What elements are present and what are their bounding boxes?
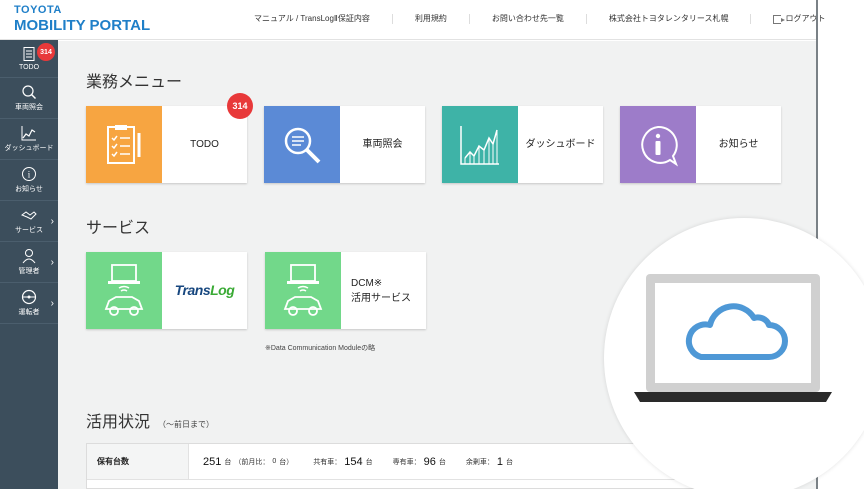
dcm-label-line1: DCM※ <box>351 277 383 289</box>
dedicated-label: 専有車： <box>392 458 421 466</box>
translog-logo: TransLog <box>162 252 247 329</box>
menu-section-title: 業務メニュー <box>86 74 183 91</box>
owned-vehicles-header: 保有台数 <box>87 444 189 479</box>
info-bubble-icon <box>641 125 679 167</box>
sidebar-item-admin[interactable]: 管理者 › <box>0 242 58 283</box>
todo-tile <box>86 106 162 183</box>
status-subtitle: （～前日まで） <box>158 420 215 429</box>
header: TOYOTA MOBILITY PORTAL マニュアル / TransLogⅡ… <box>0 0 825 40</box>
sidebar-item-news[interactable]: i お知らせ <box>0 160 58 201</box>
logout-label: ログアウト <box>785 14 826 23</box>
owned-vehicles-values: 251 台 （前月比： 0 台） 共有車： 154 台 専有車： 96 台 余剰… <box>189 444 513 479</box>
sidebar-item-label: 管理者 <box>18 268 40 275</box>
steering-icon <box>21 289 37 305</box>
status-title: 活用状況 <box>86 414 151 431</box>
brand-name: TOYOTA <box>14 4 62 16</box>
top-nav: マニュアル / TransLogⅡ保証内容 利用規約 お問い合わせ先一覧 株式会… <box>232 0 847 38</box>
news-tile <box>620 106 696 183</box>
manual-link[interactable]: マニュアル / TransLogⅡ保証内容 <box>232 14 393 24</box>
translog-card[interactable]: TransLog <box>86 252 247 329</box>
logout-button[interactable]: ログアウト <box>751 14 847 24</box>
car-computer-icon <box>283 263 323 316</box>
vehicle-search-card-label: 車両照会 <box>362 139 403 150</box>
sidebar-item-service[interactable]: サービス › <box>0 201 58 242</box>
vehicle-search-tile <box>264 106 340 183</box>
todo-card-badge: 314 <box>227 93 253 119</box>
dcm-service-label: DCM※ 活用サービス <box>341 252 426 329</box>
sidebar-item-label: 車両照会 <box>15 104 43 111</box>
services-section-title: サービス <box>86 220 151 237</box>
search-icon <box>22 85 37 100</box>
logout-icon <box>773 14 786 24</box>
unit-label: 台 <box>438 458 446 466</box>
translog-logo-log: Log <box>210 282 235 298</box>
chevron-right-icon: › <box>50 216 54 227</box>
sidebar-item-driver[interactable]: 運転者 › <box>0 283 58 324</box>
prev-month-label: （前月比： <box>234 458 270 466</box>
dcm-label-line2: 活用サービス <box>351 292 411 304</box>
vehicle-search-card[interactable]: 車両照会 <box>264 106 425 183</box>
dcm-footnote: ※Data Communication Moduleの略 <box>265 345 376 352</box>
unit-label: 台 <box>365 458 373 466</box>
sidebar-item-label: ダッシュボード <box>4 145 54 152</box>
translog-tile <box>86 252 162 329</box>
unit-label: 台 <box>224 458 232 466</box>
chart-icon <box>21 126 36 141</box>
sidebar-item-dashboard[interactable]: ダッシュボード <box>0 119 58 160</box>
todo-card[interactable]: TODO 314 <box>86 93 253 183</box>
spare-label: 余剰車： <box>465 458 494 466</box>
spare-value: 1 <box>496 455 503 468</box>
svg-text:i: i <box>28 170 31 180</box>
sidebar-item-label: サービス <box>15 227 43 234</box>
laptop-cloud-icon <box>634 274 832 402</box>
todo-count-badge: 314 <box>37 43 55 61</box>
shared-value: 154 <box>344 455 363 468</box>
dashboard-tile <box>442 106 518 183</box>
line-chart-icon <box>460 125 499 165</box>
company-link[interactable]: 株式会社トヨタレンタリース札幌 <box>587 14 752 24</box>
prev-month-value: 0 <box>272 458 277 465</box>
total-vehicles: 251 <box>203 455 222 468</box>
sidebar: TODO 314 車両照会 ダッシュボード i お知らせ サービス › 管理者 … <box>0 40 58 489</box>
contact-link[interactable]: お問い合わせ先一覧 <box>470 14 587 24</box>
terms-link[interactable]: 利用規約 <box>393 14 470 24</box>
dedicated-value: 96 <box>423 455 436 468</box>
dashboard-card-label: ダッシュボード <box>525 139 596 150</box>
car-computer-icon <box>104 263 144 316</box>
dashboard-card[interactable]: ダッシュボード <box>442 106 603 183</box>
news-card[interactable]: お知らせ <box>620 106 781 183</box>
handshake-icon <box>21 211 37 220</box>
info-icon: i <box>22 167 36 181</box>
sidebar-item-label: お知らせ <box>15 186 43 193</box>
dcm-service-tile <box>265 252 341 329</box>
logo[interactable]: TOYOTA MOBILITY PORTAL <box>14 5 150 35</box>
news-card-label: お知らせ <box>718 139 759 150</box>
dcm-service-card[interactable]: DCM※ 活用サービス <box>265 252 426 329</box>
unit-label: 台 <box>506 458 513 466</box>
chevron-right-icon: › <box>50 257 54 268</box>
prev-month-unit: 台） <box>279 458 294 466</box>
translog-logo-trans: Trans <box>174 282 211 298</box>
sidebar-item-label: TODO <box>18 64 40 71</box>
portal-name: MOBILITY PORTAL <box>14 17 151 34</box>
status-section-title: 活用状況 （～前日まで） <box>86 408 214 432</box>
admin-icon <box>22 249 36 264</box>
todo-icon <box>23 47 35 61</box>
magnifier-icon <box>284 127 321 163</box>
shared-label: 共有車： <box>313 458 342 466</box>
sidebar-item-vehicle[interactable]: 車両照会 <box>0 78 58 119</box>
sidebar-item-todo[interactable]: TODO 314 <box>0 40 58 78</box>
chevron-right-icon: › <box>50 298 54 309</box>
sidebar-item-label: 運転者 <box>18 309 40 316</box>
checklist-icon <box>107 124 141 164</box>
laptop-illustration <box>604 218 864 489</box>
